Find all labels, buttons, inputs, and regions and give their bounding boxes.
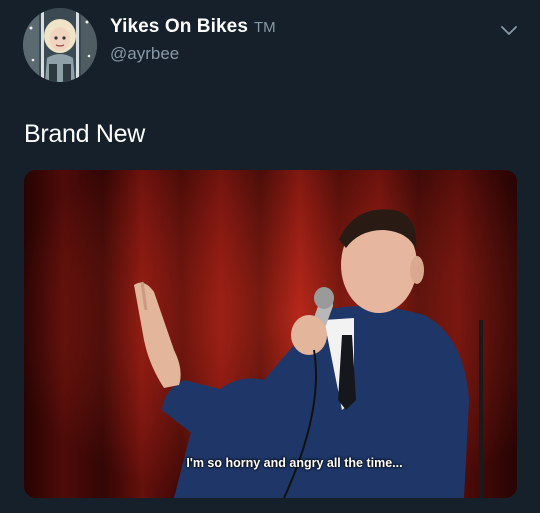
tweet-media[interactable]: I'm so horny and angry all the time... (24, 170, 517, 498)
tweet-text: Brand New (24, 120, 145, 148)
chevron-down-icon[interactable] (500, 24, 518, 36)
bitmoji-avatar-icon (23, 8, 97, 82)
author-name-row: Yikes On Bikes TM (110, 16, 276, 38)
username-handle[interactable]: @ayrbee (110, 44, 179, 64)
video-caption: I'm so horny and angry all the time... (186, 456, 403, 470)
tweet-card: Yikes On Bikes TM @ayrbee Brand New I'm … (0, 0, 540, 513)
avatar[interactable] (23, 8, 97, 82)
comedian-photo (24, 170, 517, 498)
display-name[interactable]: Yikes On Bikes (110, 16, 248, 38)
trademark-label: TM (254, 19, 276, 36)
